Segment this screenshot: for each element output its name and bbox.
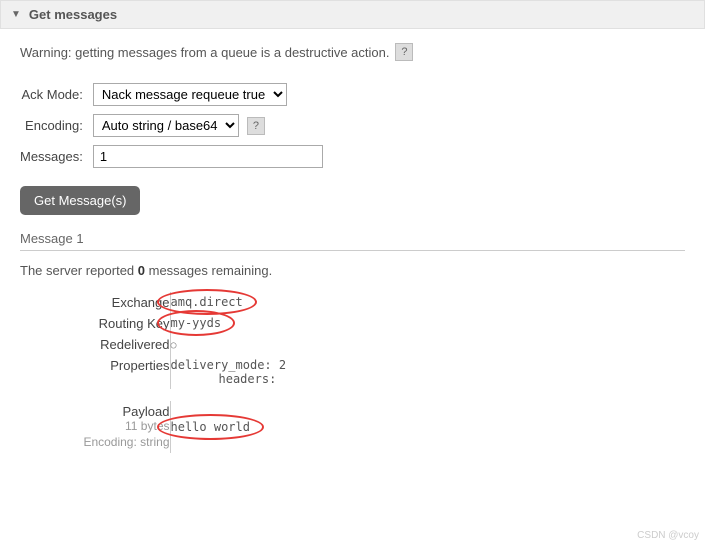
payload-value: hello world: [171, 420, 250, 434]
encoding-select[interactable]: Auto string / base64: [93, 114, 239, 137]
warning-help-button[interactable]: ?: [395, 43, 413, 61]
watermark: CSDN @vcoy: [637, 530, 699, 541]
ack-mode-label: Ack Mode:: [20, 79, 93, 110]
exchange-value: amq.direct: [171, 295, 243, 309]
properties-label: Properties: [20, 355, 170, 389]
messages-label: Messages:: [20, 141, 93, 172]
payload-label: Payload: [20, 404, 170, 419]
encoding-help-button[interactable]: ?: [247, 117, 265, 135]
message-header: Message 1: [20, 225, 685, 251]
payload-encoding: Encoding: string: [20, 435, 170, 451]
messages-input[interactable]: [93, 145, 323, 168]
message-detail-table: Exchange amq.direct Routing Key my-yyds …: [20, 292, 286, 453]
section-header[interactable]: ▼ Get messages: [0, 0, 705, 29]
payload-size: 11 bytes: [20, 419, 170, 435]
ack-mode-select[interactable]: Nack message requeue true: [93, 83, 287, 106]
form-table: Ack Mode: Nack message requeue true Enco…: [20, 79, 323, 172]
headers-row: headers:: [171, 372, 287, 386]
remaining-text: The server reported 0 messages remaining…: [20, 263, 685, 278]
get-messages-button[interactable]: Get Message(s): [20, 186, 140, 215]
encoding-label: Encoding:: [20, 110, 93, 141]
chevron-down-icon: ▼: [11, 9, 21, 20]
redelivered-value: ○: [171, 340, 177, 351]
redelivered-label: Redelivered: [20, 334, 170, 355]
warning-text: Warning: getting messages from a queue i…: [20, 45, 389, 60]
section-title: Get messages: [29, 7, 117, 22]
exchange-label: Exchange: [20, 292, 170, 313]
section-content: Warning: getting messages from a queue i…: [0, 29, 705, 463]
routing-key-value: my-yyds: [171, 316, 222, 330]
routing-key-label: Routing Key: [20, 313, 170, 334]
delivery-mode-row: delivery_mode: 2: [171, 358, 287, 372]
payload-label-cell: Payload 11 bytes Encoding: string: [20, 401, 170, 453]
warning-row: Warning: getting messages from a queue i…: [20, 43, 685, 61]
